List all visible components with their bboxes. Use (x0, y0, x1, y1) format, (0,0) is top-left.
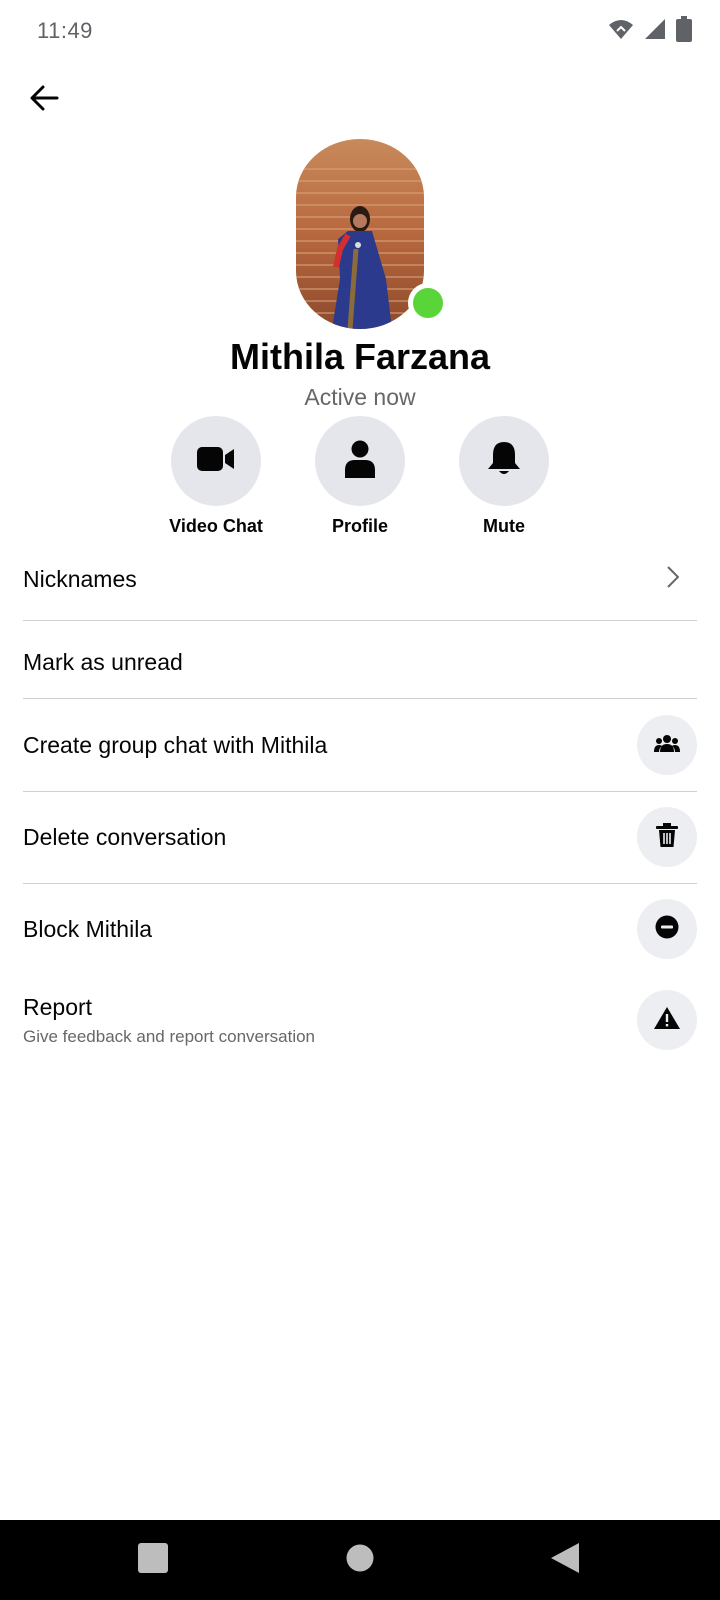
divider (23, 883, 697, 884)
delete-conversation-item[interactable]: Delete conversation (23, 807, 697, 867)
warning-icon (654, 1006, 680, 1034)
video-chat-circle (171, 416, 261, 506)
delete-conversation-icon-button (637, 807, 697, 867)
create-group-chat-icon-button (637, 715, 697, 775)
block-icon-button (637, 899, 697, 959)
profile-label: Profile (331, 516, 388, 536)
avatar (296, 139, 424, 329)
online-status-dot (408, 283, 448, 323)
nicknames-item[interactable]: Nicknames (23, 554, 697, 604)
report-sublabel: Give feedback and report conversation (23, 1026, 316, 1046)
arrow-left-icon (29, 85, 59, 116)
minus-circle-icon (655, 915, 679, 944)
block-label: Block Mithila (23, 915, 153, 942)
cellular-signal-icon (644, 18, 666, 40)
create-group-chat-label: Create group chat with Mithila (23, 731, 328, 758)
mute-label: Mute (483, 516, 525, 536)
block-item[interactable]: Block Mithila (23, 899, 697, 959)
status-time: 11:49 (37, 18, 93, 43)
status-bar: 11:49 (0, 0, 720, 64)
group-icon (654, 734, 680, 757)
trash-icon (656, 822, 678, 852)
report-item[interactable]: Report Give feedback and report conversa… (23, 989, 697, 1051)
divider (23, 791, 697, 792)
wifi-icon (608, 18, 634, 40)
contact-name: Mithila Farzana (229, 336, 491, 377)
person-icon (345, 440, 375, 483)
divider (23, 698, 697, 699)
back-triangle-icon (550, 1542, 580, 1579)
video-chat-button[interactable]: Video Chat (151, 416, 281, 537)
video-chat-label: Video Chat (169, 516, 263, 536)
recents-button[interactable] (133, 1540, 173, 1580)
mute-button[interactable]: Mute (439, 416, 569, 537)
chevron-right-icon (667, 565, 680, 593)
recents-square-icon (138, 1542, 168, 1578)
bell-icon (487, 441, 521, 482)
create-group-chat-item[interactable]: Create group chat with Mithila (23, 715, 697, 775)
system-back-button[interactable] (545, 1540, 585, 1580)
delete-conversation-label: Delete conversation (23, 823, 227, 850)
nicknames-label: Nicknames (23, 565, 137, 592)
system-navigation-bar (0, 1520, 720, 1600)
home-circle-icon (346, 1544, 374, 1577)
battery-icon (676, 16, 692, 42)
contact-active-status: Active now (304, 384, 416, 410)
divider (23, 620, 697, 621)
profile-circle (315, 416, 405, 506)
mute-circle (459, 416, 549, 506)
mark-as-unread-item[interactable]: Mark as unread (23, 637, 697, 687)
status-icons (608, 16, 692, 42)
avatar-photo (296, 139, 424, 329)
video-camera-icon (197, 445, 235, 478)
report-text-group: Report Give feedback and report conversa… (23, 994, 315, 1047)
report-label: Report (23, 993, 93, 1020)
report-icon-button (637, 990, 697, 1050)
mark-as-unread-label: Mark as unread (23, 648, 183, 675)
avatar-container[interactable] (296, 139, 448, 329)
back-button[interactable] (22, 78, 66, 122)
home-button[interactable] (340, 1540, 380, 1580)
profile-button[interactable]: Profile (295, 416, 425, 537)
